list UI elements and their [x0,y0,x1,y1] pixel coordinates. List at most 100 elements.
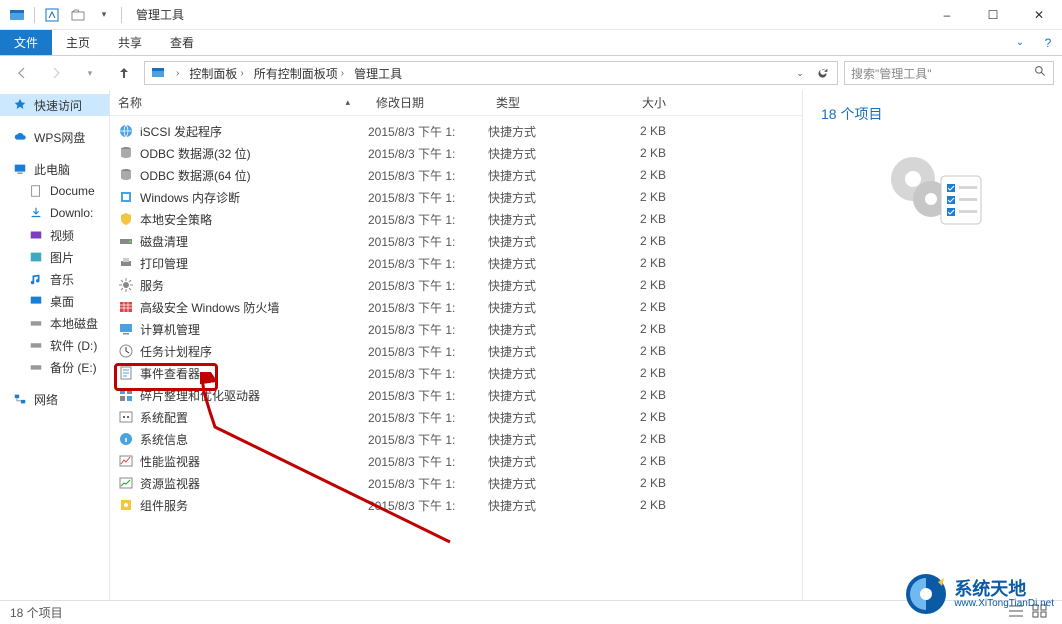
column-type[interactable]: 类型 [488,94,608,111]
cloud-icon [12,129,28,145]
nav-quick-access[interactable]: 快速访问 [0,94,109,116]
file-area: 名称 ▴ 修改日期 类型 大小 iSCSI 发起程序2015/8/3 下午 1:… [110,90,1062,600]
desktop-icon [28,293,44,309]
file-name: 本地安全策略 [140,211,212,228]
file-row[interactable]: 计算机管理2015/8/3 下午 1:快捷方式2 KB [110,318,802,340]
file-icon [118,497,134,513]
nav-recent-dropdown[interactable]: ▾ [76,61,104,85]
file-row[interactable]: 磁盘清理2015/8/3 下午 1:快捷方式2 KB [110,230,802,252]
file-type: 快捷方式 [488,343,608,360]
view-large-icon[interactable] [1028,604,1052,621]
doc-icon [28,183,44,199]
file-icon [118,211,134,227]
file-row[interactable]: 服务2015/8/3 下午 1:快捷方式2 KB [110,274,802,296]
file-icon [118,365,134,381]
minimize-button[interactable]: – [924,0,970,30]
file-name: 计算机管理 [140,321,200,338]
column-name[interactable]: 名称 ▴ [110,94,368,111]
file-row[interactable]: 事件查看器2015/8/3 下午 1:快捷方式2 KB [110,362,802,384]
crumb-1[interactable]: 所有控制面板项› [250,62,348,84]
nav-up-button[interactable] [110,61,138,85]
file-name: 系统信息 [140,431,188,448]
file-size: 2 KB [608,256,678,270]
crumb-2[interactable]: 管理工具 [350,62,406,84]
nav-wps[interactable]: WPS网盘 [0,126,109,148]
nav-forward-button[interactable] [42,61,70,85]
nav-video[interactable]: 视频 [0,224,109,246]
search-box[interactable]: 搜索"管理工具" [844,61,1054,85]
qat-newfolder-icon[interactable] [67,4,89,26]
nav-local-disk[interactable]: 本地磁盘 [0,312,109,334]
file-list: 名称 ▴ 修改日期 类型 大小 iSCSI 发起程序2015/8/3 下午 1:… [110,90,802,600]
nav-software-drive[interactable]: 软件 (D:) [0,334,109,356]
nav-documents[interactable]: Docume [0,180,109,202]
address-bar[interactable]: › 控制面板› 所有控制面板项› 管理工具 ⌄ [144,61,838,85]
nav-desktop[interactable]: 桌面 [0,290,109,312]
file-row[interactable]: 性能监视器2015/8/3 下午 1:快捷方式2 KB [110,450,802,472]
file-type: 快捷方式 [488,167,608,184]
file-row[interactable]: Windows 内存诊断2015/8/3 下午 1:快捷方式2 KB [110,186,802,208]
refresh-icon[interactable] [811,67,833,80]
ribbon-expand-icon[interactable]: ⌄ [1006,30,1034,55]
file-size: 2 KB [608,366,678,380]
file-row[interactable]: 碎片整理和优化驱动器2015/8/3 下午 1:快捷方式2 KB [110,384,802,406]
file-date: 2015/8/3 下午 1: [368,409,488,426]
file-row[interactable]: ODBC 数据源(64 位)2015/8/3 下午 1:快捷方式2 KB [110,164,802,186]
file-row[interactable]: 系统配置2015/8/3 下午 1:快捷方式2 KB [110,406,802,428]
file-name: iSCSI 发起程序 [140,123,222,140]
file-size: 2 KB [608,476,678,490]
crumb-chevron-root[interactable]: › [169,62,183,84]
tab-home[interactable]: 主页 [52,30,104,55]
drive-icon [28,315,44,331]
file-row[interactable]: 任务计划程序2015/8/3 下午 1:快捷方式2 KB [110,340,802,362]
file-type: 快捷方式 [488,277,608,294]
file-row[interactable]: iSCSI 发起程序2015/8/3 下午 1:快捷方式2 KB [110,120,802,142]
close-button[interactable]: ✕ [1016,0,1062,30]
nav-this-pc[interactable]: 此电脑 [0,158,109,180]
file-name: ODBC 数据源(64 位) [140,167,251,184]
file-row[interactable]: 高级安全 Windows 防火墙2015/8/3 下午 1:快捷方式2 KB [110,296,802,318]
file-icon [118,343,134,359]
file-row[interactable]: 资源监视器2015/8/3 下午 1:快捷方式2 KB [110,472,802,494]
status-bar: 18 个项目 [0,600,1062,624]
crumb-0[interactable]: 控制面板› [185,62,247,84]
nav-back-button[interactable] [8,61,36,85]
address-icon [149,64,167,82]
tab-home-label: 主页 [66,34,90,51]
tab-file[interactable]: 文件 [0,30,52,55]
qat-properties-icon[interactable] [41,4,63,26]
nav-downloads[interactable]: Downlo: [0,202,109,224]
tab-view[interactable]: 查看 [156,30,208,55]
file-date: 2015/8/3 下午 1: [368,211,488,228]
maximize-button[interactable]: ☐ [970,0,1016,30]
view-details-icon[interactable] [1004,604,1028,621]
qat-dropdown-icon[interactable]: ▾ [93,4,115,26]
file-row[interactable]: 系统信息2015/8/3 下午 1:快捷方式2 KB [110,428,802,450]
file-icon [118,233,134,249]
file-name: 任务计划程序 [140,343,212,360]
file-name: 性能监视器 [140,453,200,470]
file-row[interactable]: 本地安全策略2015/8/3 下午 1:快捷方式2 KB [110,208,802,230]
nav-music[interactable]: 音乐 [0,268,109,290]
file-date: 2015/8/3 下午 1: [368,167,488,184]
help-icon[interactable]: ? [1034,30,1062,55]
file-row[interactable]: 打印管理2015/8/3 下午 1:快捷方式2 KB [110,252,802,274]
file-size: 2 KB [608,212,678,226]
nav-pictures[interactable]: 图片 [0,246,109,268]
file-rows: iSCSI 发起程序2015/8/3 下午 1:快捷方式2 KBODBC 数据源… [110,116,802,516]
column-size[interactable]: 大小 [608,94,678,111]
nav-network[interactable]: 网络 [0,388,109,410]
address-dropdown-icon[interactable]: ⌄ [789,67,811,80]
tab-share[interactable]: 共享 [104,30,156,55]
file-type: 快捷方式 [488,497,608,514]
nav-backup-drive[interactable]: 备份 (E:) [0,356,109,378]
file-row[interactable]: 组件服务2015/8/3 下午 1:快捷方式2 KB [110,494,802,516]
file-size: 2 KB [608,454,678,468]
file-type: 快捷方式 [488,321,608,338]
file-name: ODBC 数据源(32 位) [140,145,251,162]
file-row[interactable]: ODBC 数据源(32 位)2015/8/3 下午 1:快捷方式2 KB [110,142,802,164]
column-date[interactable]: 修改日期 [368,94,488,111]
file-type: 快捷方式 [488,431,608,448]
pictures-icon [28,249,44,265]
file-icon [118,321,134,337]
